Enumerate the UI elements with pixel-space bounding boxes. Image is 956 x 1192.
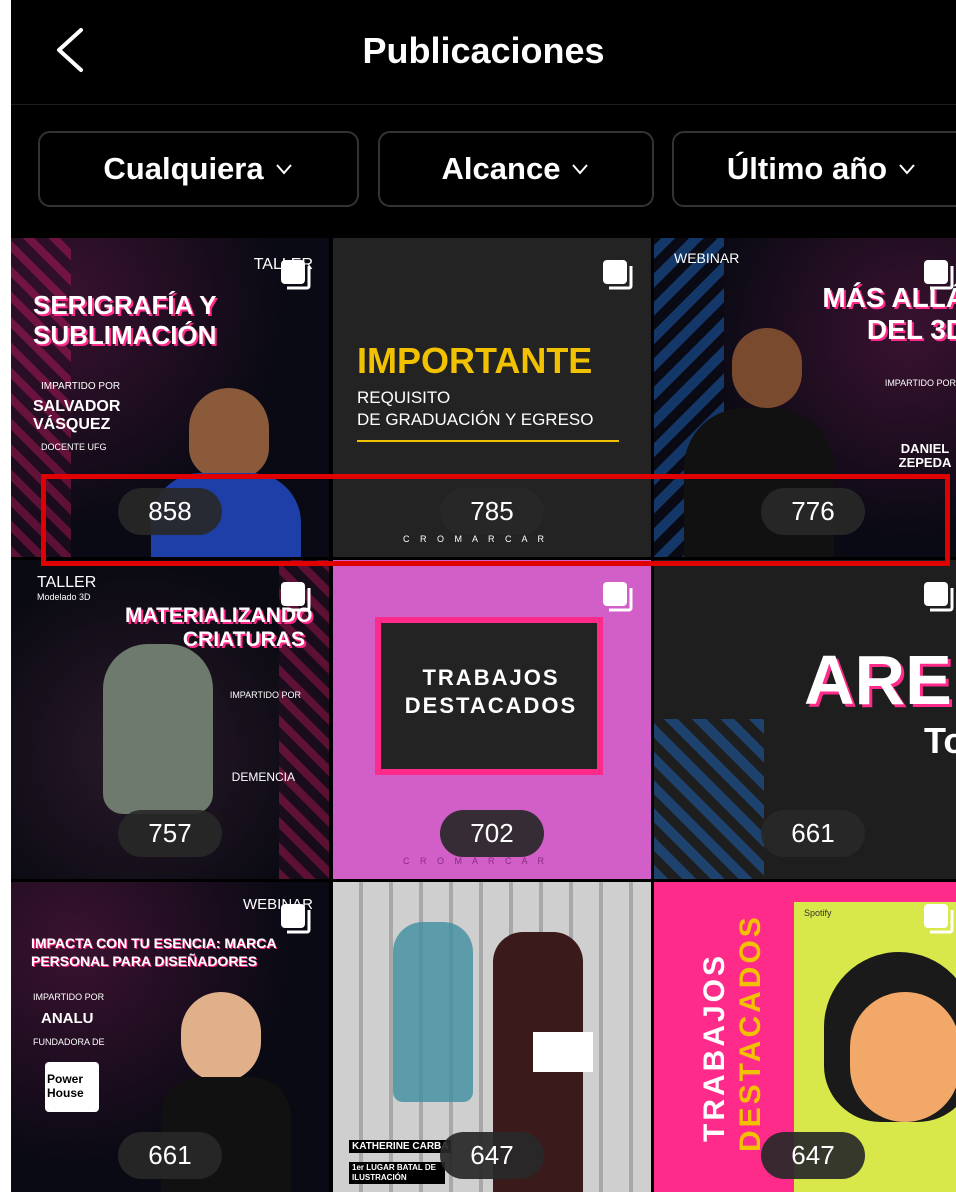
post-author: SALVADOR VÁSQUEZ — [33, 398, 121, 433]
carousel-icon — [281, 582, 311, 612]
post-caption: KATHERINE CARBA — [349, 1140, 452, 1153]
post-headline: TRABAJOS — [698, 952, 731, 1142]
post-tile[interactable]: WEBINAR IMPACTA CON TU ESENCIA: MARCA PE… — [11, 882, 329, 1192]
post-tile[interactable]: TRABAJOS DESTACADOS C R O M A R C A R 70… — [333, 560, 651, 879]
carousel-icon — [281, 260, 311, 290]
decorative-cubes — [654, 719, 764, 879]
divider — [357, 440, 619, 442]
post-tile[interactable]: TRABAJOS DESTACADOS Spotify 647 — [654, 882, 956, 1192]
filter-metric[interactable]: Alcance — [378, 131, 654, 207]
prize-box — [533, 1032, 593, 1072]
page-title: Publicaciones — [362, 30, 605, 71]
chevron-down-icon — [899, 164, 915, 175]
post-tile[interactable]: KATHERINE CARBA 1er LUGAR BATAL DE ILUST… — [333, 882, 651, 1192]
post-tile[interactable]: ARE To 661 — [654, 560, 956, 879]
chevron-down-icon — [275, 164, 292, 175]
reach-count: 757 — [118, 810, 222, 857]
reach-count: 858 — [118, 488, 222, 535]
illustration-face — [850, 992, 956, 1122]
header: Publicaciones — [11, 0, 956, 105]
post-subtitle: REQUISITO — [357, 388, 451, 407]
chevron-down-icon — [572, 164, 589, 175]
post-tile[interactable]: TALLER SERIGRAFÍA Y SUBLIMACIÓN IMPARTID… — [11, 238, 329, 557]
carousel-icon — [924, 260, 954, 290]
person-photo — [181, 992, 261, 1082]
carousel-icon — [281, 904, 311, 934]
illustration-figure — [393, 922, 473, 1102]
creature-figure — [103, 644, 213, 814]
post-role: FUNDADORA DE — [33, 1037, 105, 1047]
post-headline: IMPORTANTE — [357, 340, 593, 381]
post-headline: TRABAJOS DESTACADOS — [404, 665, 578, 718]
brand-mark: C R O M A R C A R — [403, 856, 549, 866]
filter-media-type[interactable]: Cualquiera — [38, 131, 359, 207]
person-photo — [732, 328, 802, 408]
filter-time-range[interactable]: Último año — [672, 131, 956, 207]
post-subtag: Modelado 3D — [37, 592, 91, 602]
post-author: ANALU — [41, 1010, 94, 1027]
app-screen: Publicaciones Cualquiera Alcance Último … — [11, 0, 956, 1192]
carousel-icon — [603, 260, 633, 290]
reach-count: 785 — [440, 488, 544, 535]
reach-count: 647 — [440, 1132, 544, 1179]
post-tile[interactable]: TALLER Modelado 3D MATERIALIZANDO CRIATU… — [11, 560, 329, 879]
brand-logo-text: Power House — [47, 1072, 84, 1100]
reach-count: 661 — [118, 1132, 222, 1179]
reach-count: 702 — [440, 810, 544, 857]
post-subtitle: To — [924, 720, 956, 761]
reach-count: 647 — [761, 1132, 865, 1179]
spotify-label: Spotify — [804, 908, 832, 918]
post-byline: IMPARTIDO POR — [229, 690, 301, 700]
carousel-icon — [924, 904, 954, 934]
post-tile[interactable]: IMPORTANTE REQUISITO DE GRADUACIÓN Y EGR… — [333, 238, 651, 557]
post-author: DEMENCIA — [231, 770, 295, 784]
filter-bar: Cualquiera Alcance Último año — [11, 104, 956, 238]
reach-count: 776 — [761, 488, 865, 535]
post-headline: SERIGRAFÍA Y SUBLIMACIÓN — [33, 290, 217, 350]
post-byline: IMPARTIDO POR — [41, 381, 121, 392]
post-subtitle: DE GRADUACIÓN Y EGRESO — [357, 410, 594, 429]
filter-label: Último año — [726, 151, 888, 186]
post-caption: 1er LUGAR BATAL DE ILUSTRACIÓN — [349, 1162, 445, 1184]
carousel-icon — [924, 582, 954, 612]
post-role: DOCENTE UFG — [41, 442, 107, 452]
person-photo — [189, 388, 269, 478]
post-headline: ARE — [804, 641, 952, 719]
filter-label: Alcance — [441, 151, 561, 186]
post-tile[interactable]: WEBINAR MÁS ALLÁ DEL 3D IMPARTIDO POR DA… — [654, 238, 956, 557]
filter-label: Cualquiera — [103, 151, 264, 186]
carousel-icon — [603, 582, 633, 612]
post-tag: TALLER — [37, 574, 97, 591]
post-byline: IMPARTIDO POR — [33, 992, 105, 1002]
post-headline: IMPACTA CON TU ESENCIA: MARCA PERSONAL P… — [31, 935, 276, 969]
reach-count: 661 — [761, 810, 865, 857]
brand-mark: C R O M A R C A R — [403, 534, 549, 544]
post-headline: DESTACADOS — [734, 914, 767, 1152]
post-byline: IMPARTIDO POR — [884, 378, 956, 388]
post-author: DANIEL ZEPEDA — [898, 441, 952, 470]
post-tag: WEBINAR — [674, 250, 740, 266]
